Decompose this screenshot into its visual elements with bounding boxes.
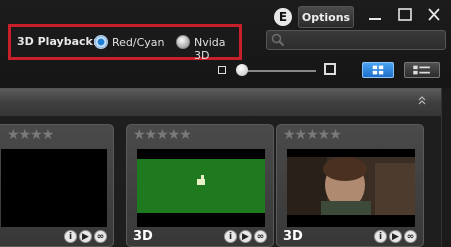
share-icon[interactable]: ∞: [254, 230, 267, 243]
detail-view-button[interactable]: [404, 62, 440, 78]
search-icon: [271, 33, 285, 47]
3d-playback-label: 3D Playback:: [17, 35, 98, 48]
video-thumbnail[interactable]: [1, 149, 107, 227]
card-actions: i ▶ ∞: [374, 230, 417, 243]
play-icon[interactable]: ▶: [79, 230, 92, 243]
thumbnail-small-icon[interactable]: [218, 66, 226, 74]
rating-stars[interactable]: ★★★★★: [133, 127, 192, 143]
thumbnail-size-slider[interactable]: [238, 70, 316, 72]
video-thumbnail[interactable]: [137, 149, 265, 227]
share-icon[interactable]: ∞: [404, 230, 417, 243]
thumbnail-large-icon[interactable]: [324, 63, 336, 75]
share-icon[interactable]: ∞: [94, 230, 107, 243]
3d-playback-panel: 3D Playback: Red/Cyan Nvida 3D: [8, 24, 242, 62]
video-card[interactable]: ★★★★★ 3D i ▶ ∞: [126, 124, 274, 247]
options-button[interactable]: Options: [298, 6, 354, 28]
info-icon[interactable]: i: [224, 230, 237, 243]
slider-thumb[interactable]: [236, 64, 248, 76]
red-cyan-radio[interactable]: [94, 35, 108, 49]
grid-view-button[interactable]: [362, 62, 394, 78]
play-icon[interactable]: ▶: [239, 230, 252, 243]
video-card[interactable]: ★★★★★ 3D i ▶ ∞: [276, 124, 424, 247]
section-header-bar: [0, 88, 441, 116]
card-actions: i ▶ ∞: [224, 230, 267, 243]
green-scene-image: [137, 159, 265, 213]
collapse-icon[interactable]: [417, 95, 427, 105]
red-cyan-option-label[interactable]: Red/Cyan: [112, 36, 165, 49]
maximize-icon[interactable]: [396, 6, 414, 24]
close-icon[interactable]: [425, 6, 443, 24]
video-thumbnail[interactable]: [287, 149, 415, 227]
3d-badge: 3D: [283, 229, 303, 244]
nvida-3d-radio[interactable]: [176, 35, 190, 49]
scrollbar[interactable]: [441, 88, 451, 247]
profile-badge[interactable]: E: [274, 8, 292, 26]
3d-badge: 3D: [133, 229, 153, 244]
info-icon[interactable]: i: [374, 230, 387, 243]
card-actions: i ▶ ∞: [64, 230, 107, 243]
search-input[interactable]: [266, 30, 446, 50]
rating-stars[interactable]: ★★★★: [7, 127, 54, 143]
minimize-icon[interactable]: [366, 6, 384, 24]
info-icon[interactable]: i: [64, 230, 77, 243]
app-window: E Options 3D Playback: Red/Cyan Nvida 3D: [0, 0, 451, 247]
nvida-3d-option-label[interactable]: Nvida 3D: [194, 36, 239, 62]
play-icon[interactable]: ▶: [389, 230, 402, 243]
movie-scene-image: [287, 157, 415, 215]
rating-stars[interactable]: ★★★★★: [283, 127, 342, 143]
video-card[interactable]: ★★★★ i ▶ ∞: [0, 124, 114, 247]
